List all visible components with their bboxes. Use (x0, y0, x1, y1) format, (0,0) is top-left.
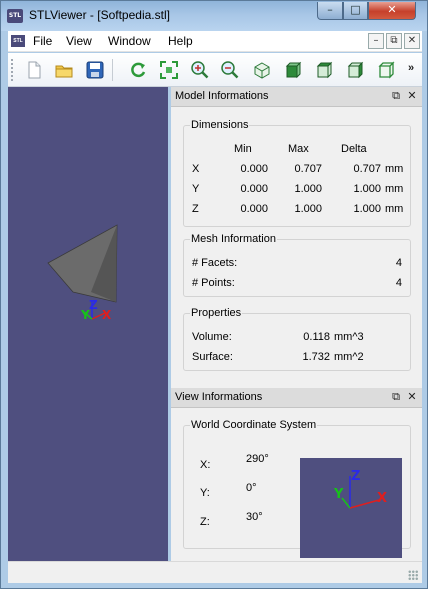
view-wire-icon[interactable] (376, 60, 396, 80)
points-value: 4 (395, 277, 402, 289)
view-info-title: View Informations (175, 391, 263, 403)
volume-unit: mm^3 (334, 331, 364, 343)
surface-label: Surface: (192, 351, 233, 363)
dim-z-axis: Z (192, 203, 199, 215)
menu-help[interactable]: Help (168, 34, 193, 48)
view-iso-icon[interactable] (252, 60, 272, 80)
mdi-restore-button[interactable]: ⧉ (386, 33, 402, 49)
mdi-doc-icon[interactable]: STL (11, 35, 25, 47)
toolbar-overflow-button[interactable]: » (408, 62, 414, 74)
mesh-group: Mesh Information # Facets: 4 # Points: 4 (183, 233, 411, 297)
rotate-icon[interactable] (128, 60, 148, 80)
volume-label: Volume: (192, 331, 232, 343)
model-info-dock-header[interactable]: Model Informations ⧉ ✕ (171, 87, 422, 107)
surface-value: 1.732 (302, 351, 330, 363)
wcs-y-label: Y: (200, 487, 210, 499)
dim-y-delta: 1.000 (353, 183, 381, 195)
facets-value: 4 (395, 257, 402, 269)
axis-y-label: Y (80, 308, 90, 322)
wcs-z-value: 30° (246, 511, 263, 523)
mesh-group-title: Mesh Information (190, 233, 277, 245)
zoom-in-icon[interactable] (190, 60, 210, 80)
surface-unit: mm^2 (334, 351, 364, 363)
header-min: Min (234, 143, 252, 155)
toolbar: » (8, 53, 422, 87)
model-canvas: Z X Y (47, 224, 118, 322)
toolbar-separator (112, 59, 113, 81)
wcs-x-value: 290° (246, 453, 269, 465)
axis-x-label: X (102, 308, 112, 322)
dock-close-icon[interactable]: ✕ (405, 89, 419, 103)
zoom-out-icon[interactable] (220, 60, 240, 80)
facets-label: # Facets: (192, 257, 238, 269)
view-front-icon[interactable] (283, 60, 303, 80)
toolbar-grip[interactable] (11, 59, 14, 81)
wcs-axis-z-label: Z (351, 469, 360, 484)
dim-x-unit: mm (385, 163, 404, 175)
title-bar[interactable]: STL STLViewer - [Softpedia.stl] – □ ✕ (1, 1, 427, 31)
wcs-group: World Coordinate System X: 290° Y: 0° Z:… (183, 419, 411, 558)
dim-z-delta: 1.000 (353, 203, 381, 215)
dim-y-axis: Y (192, 183, 200, 195)
dim-z-min: 0.000 (240, 203, 268, 215)
dim-x-axis: X (192, 163, 200, 175)
dim-z-max: 1.000 (294, 203, 322, 215)
view-top-icon[interactable] (314, 60, 334, 80)
close-button[interactable]: ✕ (368, 2, 416, 20)
save-icon[interactable] (85, 60, 105, 80)
dim-x-delta: 0.707 (353, 163, 381, 175)
3d-viewport[interactable]: Z X Y (8, 87, 168, 561)
dimensions-group: Dimensions Min Max Delta X 0.000 0.707 0… (183, 119, 411, 227)
wcs-y-value: 0° (246, 482, 257, 494)
header-max: Max (288, 143, 309, 155)
menu-file[interactable]: File (33, 34, 52, 48)
view-side-icon[interactable] (345, 60, 365, 80)
properties-group-title: Properties (190, 307, 243, 319)
dim-x-max: 0.707 (294, 163, 322, 175)
new-file-icon[interactable] (24, 60, 44, 80)
info-panels: Model Informations ⧉ ✕ Dimensions Min Ma… (171, 87, 422, 561)
menu-view[interactable]: View (66, 34, 92, 48)
mdi-minimize-button[interactable]: – (368, 33, 384, 49)
open-folder-icon[interactable] (54, 60, 74, 80)
resize-grip[interactable] (408, 570, 418, 580)
window-title: STLViewer - [Softpedia.stl] (29, 8, 170, 22)
maximize-button[interactable]: □ (343, 2, 368, 20)
axis-z-label: Z (89, 298, 98, 312)
app-icon: STL (7, 9, 23, 23)
dim-y-min: 0.000 (240, 183, 268, 195)
menu-window[interactable]: Window (108, 34, 151, 48)
mdi-close-button[interactable]: ✕ (404, 33, 420, 49)
dim-z-unit: mm (385, 203, 404, 215)
wcs-axis-y-label: Y (333, 487, 344, 502)
wcs-axes: Z X Y (333, 469, 387, 509)
dim-y-max: 1.000 (294, 183, 322, 195)
dim-x-min: 0.000 (240, 163, 268, 175)
view-info-dock-header[interactable]: View Informations ⧉ ✕ (171, 388, 422, 408)
properties-group: Properties Volume: 0.118 mm^3 Surface: 1… (183, 307, 411, 371)
points-label: # Points: (192, 277, 235, 289)
wcs-group-title: World Coordinate System (190, 419, 318, 431)
status-bar (8, 561, 422, 583)
wcs-preview: Z X Y (300, 458, 402, 558)
dim-y-unit: mm (385, 183, 404, 195)
model-info-title: Model Informations (175, 90, 269, 102)
dock-float-icon[interactable]: ⧉ (389, 89, 403, 103)
wcs-z-label: Z: (200, 516, 210, 528)
dock-float-icon[interactable]: ⧉ (389, 390, 403, 404)
dimensions-group-title: Dimensions (190, 119, 250, 131)
wcs-axis-x-label: X (377, 491, 387, 506)
minimize-button[interactable]: – (317, 2, 343, 20)
dock-close-icon[interactable]: ✕ (405, 390, 419, 404)
menu-bar: STL File View Window Help – ⧉ ✕ (8, 31, 422, 52)
volume-value: 0.118 (303, 331, 330, 343)
header-delta: Delta (341, 143, 367, 155)
fit-all-icon[interactable] (159, 60, 179, 80)
app-window: STL STLViewer - [Softpedia.stl] – □ ✕ ST… (0, 0, 428, 589)
wcs-x-label: X: (200, 459, 211, 471)
